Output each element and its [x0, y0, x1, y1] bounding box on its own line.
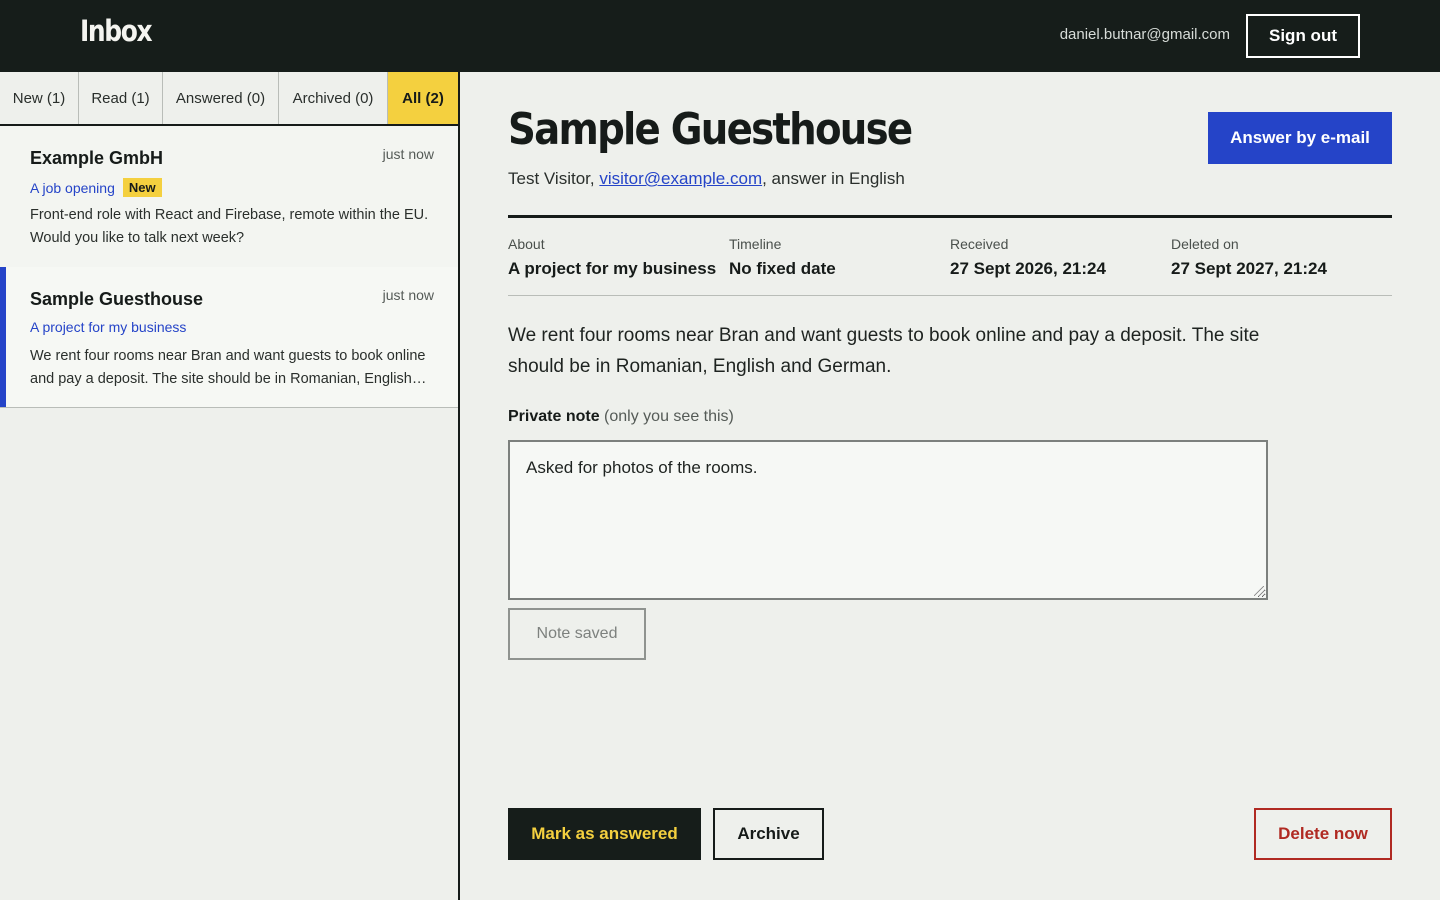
meta-value: 27 Sept 2026, 21:24	[950, 259, 1106, 278]
list-item[interactable]: Sample Guesthouse just now A project for…	[0, 267, 458, 408]
private-note-label: Private note (only you see this)	[508, 408, 734, 426]
meta-label: Received	[950, 236, 1009, 252]
top-bar: Inbox daniel.butnar@gmail.com Sign out	[0, 0, 1440, 72]
meta-table: About A project for my business Timeline…	[508, 215, 1392, 296]
item-timestamp: just now	[382, 287, 434, 303]
new-badge: New	[122, 178, 162, 197]
user-email: daniel.butnar@gmail.com	[1059, 26, 1230, 43]
tab-read[interactable]: Read (1)	[79, 72, 163, 124]
delete-now-button[interactable]: Delete now	[1254, 808, 1392, 860]
note-saved-button[interactable]: Note saved	[508, 608, 646, 660]
item-sender-name: Sample Guesthouse	[30, 289, 204, 309]
item-topic-label: A project for my business	[30, 319, 187, 335]
note-label-hint: (only you see this)	[604, 408, 734, 425]
list-item[interactable]: Example GmbH just now A job opening New …	[0, 126, 458, 268]
sender-line: Test Visitor, visitor@example.com, answe…	[508, 169, 905, 189]
item-topic: A job opening New	[30, 178, 162, 197]
message-list-pane: New (1) Read (1) Answered (0) Archived (…	[0, 72, 460, 900]
item-preview: We rent four rooms near Bran and want gu…	[30, 348, 426, 387]
item-sender-name: Example GmbH	[30, 148, 164, 168]
item-preview: Front-end role with React and Firebase, …	[30, 207, 429, 246]
meta-timeline: Timeline No fixed date	[729, 236, 836, 279]
tab-archived[interactable]: Archived (0)	[279, 72, 388, 124]
item-timestamp: just now	[382, 146, 434, 162]
tab-new[interactable]: New (1)	[0, 72, 79, 124]
brand-logo: Inbox	[80, 14, 153, 48]
item-topic-label: A job opening	[30, 179, 115, 196]
filter-tabs: New (1) Read (1) Answered (0) Archived (…	[0, 72, 458, 126]
private-note-input[interactable]: Asked for photos of the rooms.	[508, 440, 1268, 600]
detail-title: Sample Guesthouse	[508, 104, 913, 155]
message-body: We rent four rooms near Bran and want gu…	[508, 325, 1260, 377]
meta-label: About	[508, 236, 545, 252]
resize-grip-icon[interactable]	[1254, 586, 1264, 596]
item-topic: A project for my business	[30, 319, 186, 335]
meta-label: Deleted on	[1171, 236, 1239, 252]
mark-as-answered-button[interactable]: Mark as answered	[508, 808, 701, 860]
sender-language: , answer in English	[762, 169, 905, 188]
note-label-strong: Private note	[508, 408, 600, 425]
meta-deleted-on: Deleted on 27 Sept 2027, 21:24	[1171, 236, 1327, 279]
archive-button[interactable]: Archive	[713, 808, 824, 860]
sender-name: Test Visitor,	[508, 169, 595, 188]
meta-about: About A project for my business	[508, 236, 716, 279]
sender-email-link[interactable]: visitor@example.com	[599, 169, 762, 188]
meta-label: Timeline	[729, 236, 782, 252]
meta-received: Received 27 Sept 2026, 21:24	[950, 236, 1106, 279]
tab-all[interactable]: All (2)	[388, 72, 458, 124]
sign-out-button[interactable]: Sign out	[1246, 14, 1360, 58]
meta-value: 27 Sept 2027, 21:24	[1171, 259, 1327, 278]
tab-answered[interactable]: Answered (0)	[163, 72, 279, 124]
meta-value: No fixed date	[729, 259, 836, 278]
meta-value: A project for my business	[508, 259, 717, 278]
answer-by-email-button[interactable]: Answer by e-mail	[1208, 112, 1392, 164]
